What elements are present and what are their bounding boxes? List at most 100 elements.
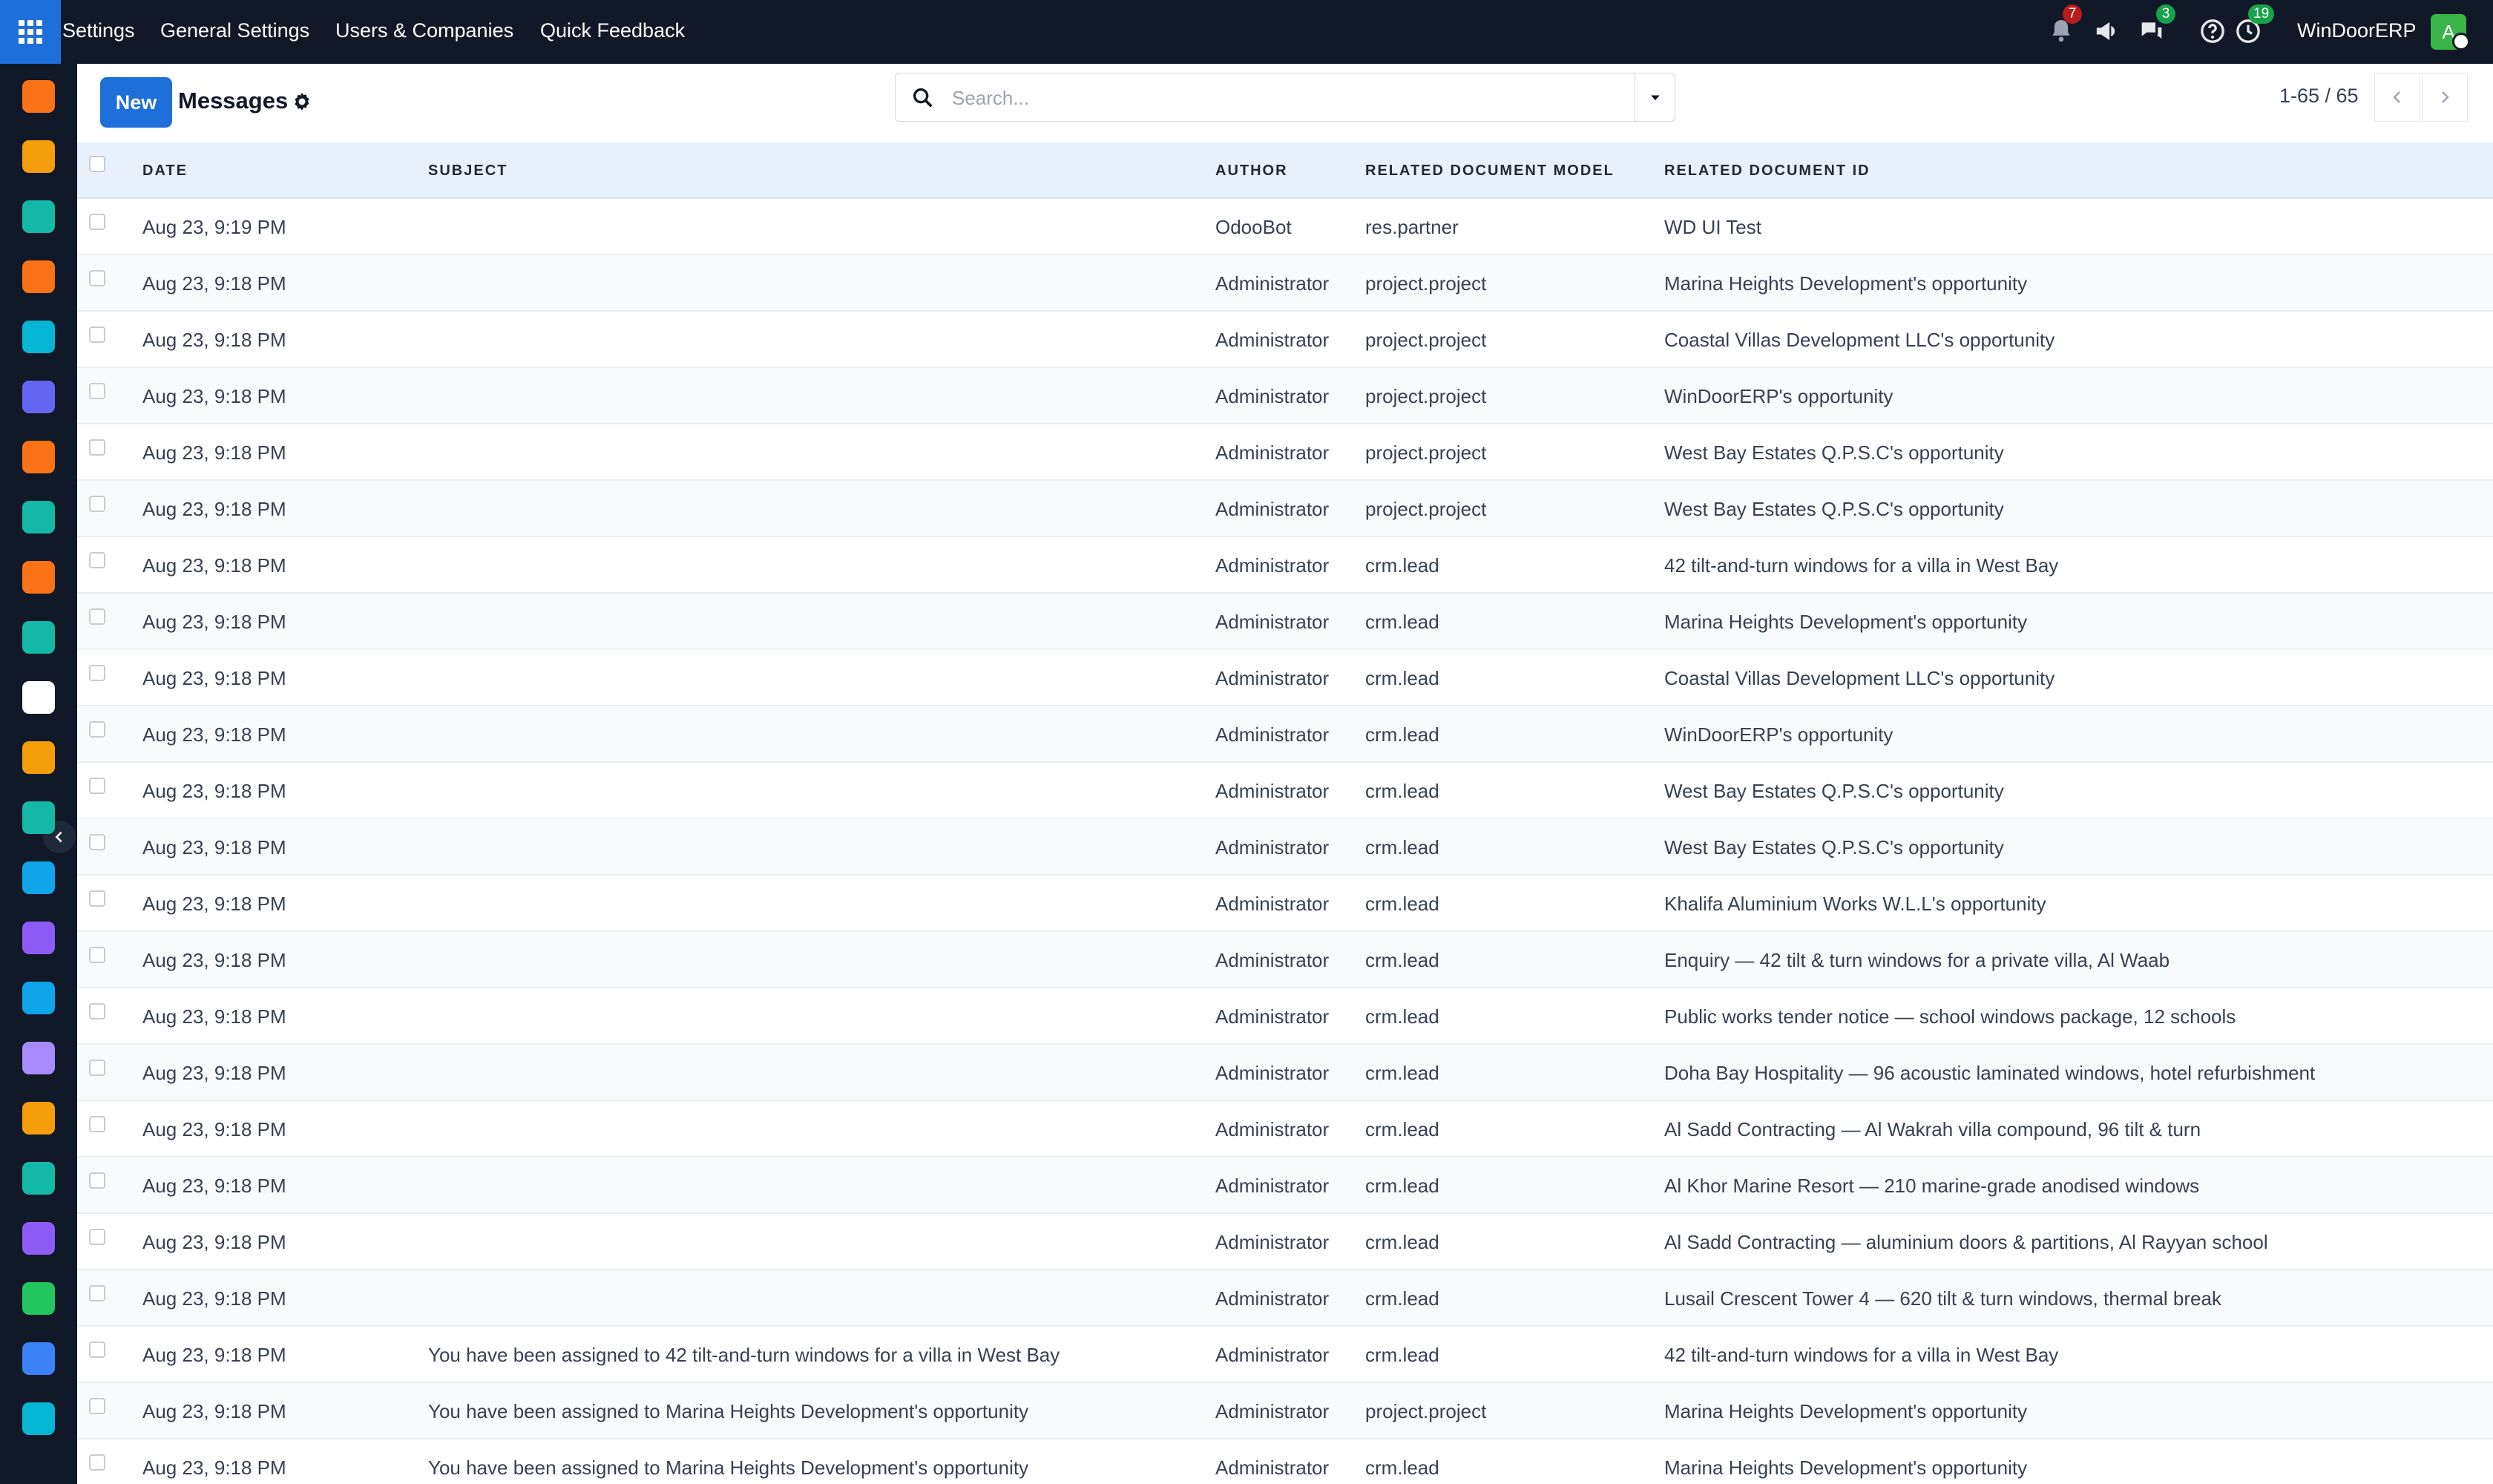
row-checkbox[interactable] [89,1229,105,1245]
row-checkbox[interactable] [89,608,105,625]
column-header-author[interactable]: AUTHOR [1215,162,1288,180]
row-checkbox[interactable] [89,1116,105,1132]
row-checkbox[interactable] [89,1398,105,1414]
table-row[interactable]: Aug 23, 9:18 PM You have been assigned to… [77,1383,2493,1439]
row-checkbox[interactable] [89,496,105,512]
column-header-related-id[interactable]: RELATED DOCUMENT ID [1664,162,1870,180]
pager-next-button[interactable] [2422,73,2468,122]
table-row[interactable]: Aug 23, 9:18 PM Administrator crm.lead Al K… [77,1158,2493,1214]
list-header: DATE SUBJECT AUTHOR RELATED DOCUMENT MOD… [77,142,2493,199]
menu-users-companies[interactable]: Users & Companies [335,19,513,42]
row-checkbox[interactable] [89,665,105,681]
table-row[interactable]: Aug 23, 9:18 PM Administrator project.proj… [77,481,2493,537]
table-row[interactable]: Aug 23, 9:18 PM Administrator crm.lead West… [77,819,2493,876]
sidebar-app-20[interactable] [22,1282,55,1315]
column-header-subject[interactable]: SUBJECT [428,162,508,180]
table-row[interactable]: Aug 23, 9:18 PM Administrator crm.lead Al S… [77,1101,2493,1158]
menu-settings[interactable]: Settings [62,19,135,42]
sidebar-app-16[interactable] [22,1042,55,1074]
help-icon[interactable] [2198,16,2227,46]
sidebar-app-17[interactable] [22,1102,55,1135]
pager-value[interactable]: 1-65 / 65 [2279,85,2359,108]
sidebar-app-0[interactable] [22,80,55,113]
app-menu-button[interactable] [0,0,61,64]
company-switcher[interactable]: WinDoorERP [2297,19,2417,42]
megaphone-icon[interactable] [2094,16,2124,46]
search-bar [895,73,1695,122]
sidebar-app-12[interactable] [22,801,55,834]
new-button[interactable]: New [100,77,172,128]
row-checkbox[interactable] [89,326,105,343]
table-row[interactable]: Aug 23, 9:18 PM Administrator crm.lead Mari… [77,594,2493,650]
table-row[interactable]: Aug 23, 9:19 PM OdooBot res.partner WD UI T… [77,199,2493,255]
sidebar-app-18[interactable] [22,1162,55,1195]
row-checkbox[interactable] [89,1454,105,1471]
row-checkbox[interactable] [89,1060,105,1076]
menu-quick-feedback[interactable]: Quick Feedback [540,19,685,42]
table-row[interactable]: Aug 23, 9:18 PM Administrator crm.lead Lusa… [77,1270,2493,1327]
cell-author: Administrator [1215,441,1330,464]
cell-author: Administrator [1215,836,1330,858]
gear-icon[interactable] [291,91,313,113]
row-checkbox[interactable] [89,890,105,907]
sidebar-app-3[interactable] [22,260,55,293]
row-checkbox[interactable] [89,1342,105,1358]
sidebar-app-7[interactable] [22,501,55,533]
menu-general-settings[interactable]: General Settings [160,19,309,42]
sign-icon [22,1162,55,1195]
row-checkbox[interactable] [89,383,105,399]
table-row[interactable]: Aug 23, 9:18 PM You have been assigned to… [77,1439,2493,1484]
online-status-dot [2452,33,2470,50]
table-row[interactable]: Aug 23, 9:18 PM Administrator project.proj… [77,368,2493,424]
row-checkbox[interactable] [89,270,105,286]
row-checkbox[interactable] [89,1285,105,1301]
table-row[interactable]: Aug 23, 9:18 PM Administrator crm.lead WinD… [77,706,2493,763]
row-checkbox[interactable] [89,721,105,738]
sidebar-app-1[interactable] [22,140,55,173]
table-row[interactable]: Aug 23, 9:18 PM Administrator crm.lead Coas… [77,650,2493,706]
row-checkbox[interactable] [89,1172,105,1189]
table-row[interactable]: Aug 23, 9:18 PM Administrator crm.lead Enqu… [77,932,2493,988]
table-row[interactable]: Aug 23, 9:18 PM Administrator crm.lead Al S… [77,1214,2493,1270]
table-row[interactable]: Aug 23, 9:18 PM Administrator crm.lead 42 t… [77,537,2493,594]
sidebar-app-13[interactable] [22,861,55,894]
table-row[interactable]: Aug 23, 9:18 PM Administrator project.proj… [77,312,2493,368]
row-checkbox[interactable] [89,834,105,850]
row-checkbox[interactable] [89,947,105,963]
pager-previous-button[interactable] [2374,73,2420,122]
select-all-checkbox[interactable] [89,156,105,172]
table-row[interactable]: Aug 23, 9:18 PM Administrator crm.lead Khal… [77,876,2493,932]
sidebar-app-6[interactable] [22,441,55,473]
search-input[interactable] [950,79,1695,116]
column-header-date[interactable]: DATE [142,162,188,180]
sidebar-app-15[interactable] [22,982,55,1014]
row-checkbox[interactable] [89,439,105,456]
sidebar-app-2[interactable] [22,200,55,233]
sidebar-app-11[interactable] [22,741,55,774]
table-row[interactable]: Aug 23, 9:18 PM Administrator crm.lead Doha… [77,1045,2493,1101]
cell-author: Administrator [1215,329,1330,351]
sidebar-app-22[interactable] [22,1402,55,1435]
search-options-toggle[interactable] [1635,73,1675,122]
sidebar-app-9[interactable] [22,621,55,654]
table-row[interactable]: Aug 23, 9:18 PM Administrator project.proj… [77,255,2493,312]
sidebar-app-5[interactable] [22,381,55,413]
crm-icon [22,260,55,293]
sidebar-app-10[interactable] [22,681,55,714]
table-row[interactable]: Aug 23, 9:18 PM Administrator project.proj… [77,424,2493,481]
sidebar-app-4[interactable] [22,321,55,353]
table-row[interactable]: Aug 23, 9:18 PM You have been assigned to… [77,1327,2493,1383]
sidebar-app-14[interactable] [22,922,55,954]
row-checkbox[interactable] [89,214,105,230]
row-checkbox[interactable] [89,552,105,568]
spreadsheet-icon [22,561,55,594]
cell-date: Aug 23, 9:18 PM [142,723,286,746]
table-row[interactable]: Aug 23, 9:18 PM Administrator crm.lead Publ… [77,988,2493,1045]
sidebar-app-21[interactable] [22,1342,55,1375]
sidebar-app-8[interactable] [22,561,55,594]
table-row[interactable]: Aug 23, 9:18 PM Administrator crm.lead West… [77,763,2493,819]
sidebar-app-19[interactable] [22,1222,55,1255]
column-header-related-model[interactable]: RELATED DOCUMENT MODEL [1365,162,1615,180]
row-checkbox[interactable] [89,778,105,794]
row-checkbox[interactable] [89,1003,105,1020]
